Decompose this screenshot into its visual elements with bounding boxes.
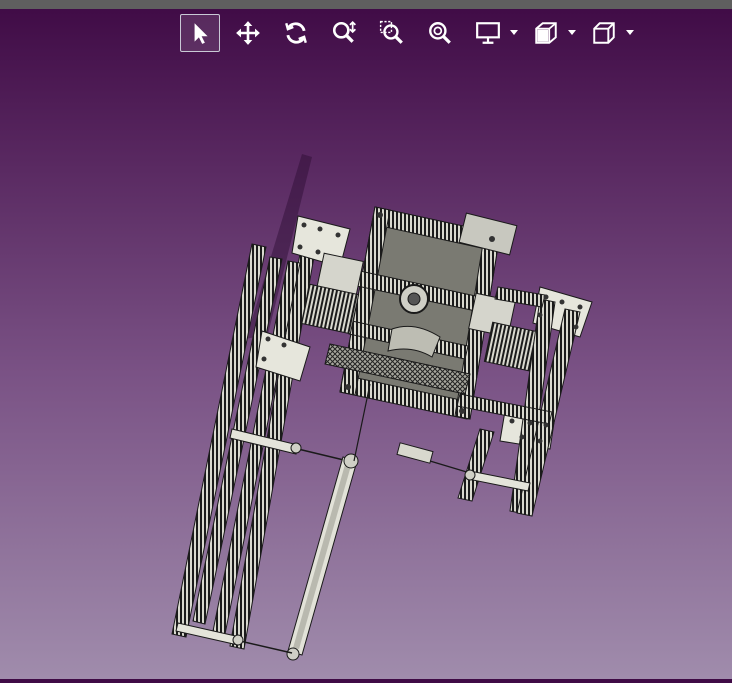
- cad-model-frame[interactable]: [0, 9, 732, 679]
- gusset-plate: [255, 330, 311, 382]
- 3d-viewport[interactable]: [0, 9, 732, 679]
- title-strip: [0, 0, 732, 9]
- gear-hub: [407, 292, 421, 306]
